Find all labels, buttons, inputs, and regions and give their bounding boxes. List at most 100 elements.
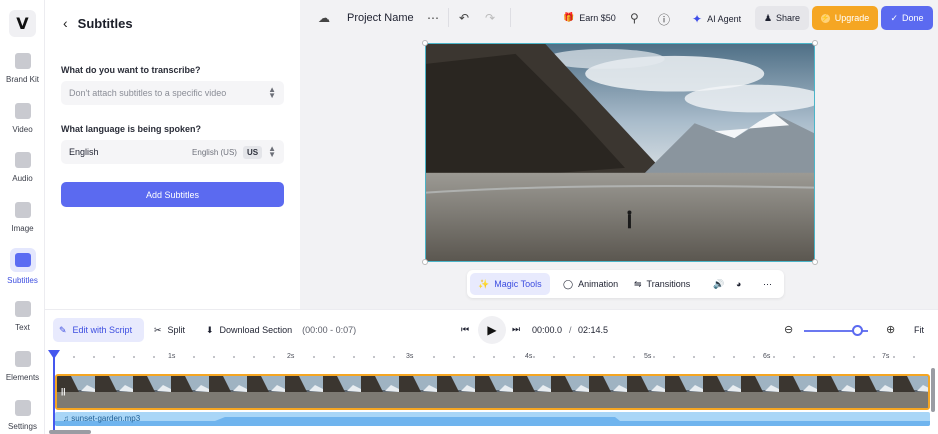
rail-item-settings[interactable]: Settings bbox=[0, 400, 45, 431]
tick-dot bbox=[733, 356, 735, 358]
ai-agent-button[interactable]: ✦ AI Agent bbox=[692, 12, 741, 26]
tick-dot bbox=[73, 356, 75, 358]
redo-icon[interactable]: ↷ bbox=[485, 11, 495, 25]
done-button[interactable]: ✓ Done bbox=[881, 6, 933, 30]
rewind-icon[interactable]: ⏮ bbox=[461, 324, 469, 335]
video-thumbnail bbox=[323, 376, 361, 408]
project-name[interactable]: Project Name bbox=[347, 12, 414, 24]
bolt-icon: ⚡ bbox=[820, 13, 830, 23]
undo-icon[interactable]: ↶ bbox=[459, 11, 469, 25]
playhead[interactable] bbox=[48, 350, 60, 434]
vertical-scrollbar[interactable] bbox=[931, 368, 935, 412]
video-thumbnail bbox=[285, 376, 323, 408]
back-chevron-icon[interactable]: ‹ bbox=[63, 15, 68, 31]
upgrade-button[interactable]: ⚡ Upgrade bbox=[812, 6, 878, 30]
rail-item-video[interactable]: Video bbox=[0, 103, 45, 134]
transcribe-select[interactable]: Don't attach subtitles to a specific vid… bbox=[61, 81, 284, 105]
magic-tools-button[interactable]: ✨ Magic Tools bbox=[470, 273, 550, 295]
video-track[interactable]: || bbox=[55, 374, 930, 410]
scissors-icon: ✂ bbox=[154, 324, 162, 335]
horizontal-scrollbar[interactable] bbox=[49, 430, 91, 434]
zoom-out-icon[interactable]: ⊖ bbox=[784, 323, 793, 336]
preview-stage: ☁ Project Name ⋯ ↶ ↷ 🎁 Earn $50 ⚲ ⓘ ✦ AI… bbox=[300, 0, 938, 309]
tick-label: 3s bbox=[406, 353, 414, 360]
rail-item-subtitles[interactable]: Subtitles bbox=[0, 248, 45, 285]
rail-item-audio[interactable]: Audio bbox=[0, 152, 45, 183]
play-button[interactable]: ▶ bbox=[478, 316, 506, 344]
language-select[interactable]: English English (US) US ▲ ▼ bbox=[61, 140, 284, 164]
transitions-icon: ⇋ bbox=[634, 278, 642, 289]
fit-button[interactable]: Fit bbox=[914, 325, 924, 335]
video-thumbnail bbox=[703, 376, 741, 408]
add-subtitles-button[interactable]: Add Subtitles bbox=[61, 182, 284, 207]
clip-toolbar: ✨ Magic Tools ◯ Animation ⇋ Transitions … bbox=[467, 270, 784, 298]
split-button[interactable]: ✂ Split bbox=[154, 318, 185, 342]
download-section-button[interactable]: ⬇ Download Section (00:00 - 0:07) bbox=[206, 318, 356, 342]
resize-handle[interactable] bbox=[812, 259, 818, 265]
add-person-icon: ♟ bbox=[763, 12, 773, 23]
tick-dot bbox=[233, 356, 235, 358]
more-options-icon[interactable]: ⋯ bbox=[427, 11, 439, 25]
more-button[interactable]: ⋯ bbox=[763, 270, 772, 298]
subtitles-panel: ‹ Subtitles What do you want to transcri… bbox=[45, 0, 300, 309]
rail-item-image[interactable]: Image bbox=[0, 202, 45, 233]
resize-handle[interactable] bbox=[422, 40, 428, 46]
rail-item-brand-kit[interactable]: Brand Kit bbox=[0, 53, 45, 84]
tick-dot bbox=[613, 356, 615, 358]
gift-icon: 🎁 bbox=[563, 12, 575, 22]
tick-dot bbox=[593, 356, 595, 358]
magic-wand-icon: ✨ bbox=[478, 278, 490, 289]
tick-dot bbox=[333, 356, 335, 358]
resize-handle[interactable] bbox=[812, 40, 818, 46]
video-thumbnail bbox=[399, 376, 437, 408]
tick-dot bbox=[813, 356, 815, 358]
cloud-sync-icon[interactable]: ☁ bbox=[318, 11, 330, 25]
speed-icon: ◕ bbox=[736, 279, 742, 289]
settings-icon bbox=[14, 400, 31, 416]
help-icon[interactable]: ⓘ bbox=[658, 11, 670, 28]
tick-dot bbox=[693, 356, 695, 358]
zoom-in-icon[interactable]: ⊕ bbox=[886, 323, 895, 336]
tick-dot bbox=[533, 356, 535, 358]
transitions-button[interactable]: ⇋ Transitions bbox=[634, 270, 690, 298]
search-icon[interactable]: ⚲ bbox=[630, 11, 639, 25]
share-button[interactable]: ♟ Share bbox=[755, 6, 809, 30]
video-thumbnail bbox=[171, 376, 209, 408]
tick-dot bbox=[573, 356, 575, 358]
language-code-badge: US bbox=[242, 145, 263, 159]
tick-dot bbox=[553, 356, 555, 358]
left-rail: V Brand Kit Video Audio Image Subtitles … bbox=[0, 0, 45, 434]
sparkle-icon: ✦ bbox=[692, 12, 703, 26]
edit-with-script-button[interactable]: ✎ Edit with Script bbox=[53, 318, 144, 342]
rail-item-elements[interactable]: Elements bbox=[0, 351, 45, 382]
rail-item-text[interactable]: Text bbox=[0, 301, 45, 332]
tick-dot bbox=[353, 356, 355, 358]
time-ruler[interactable]: 1s 2s 3s 4s 5s 6s 7s bbox=[53, 353, 933, 365]
video-thumbnails bbox=[57, 376, 928, 408]
app-logo[interactable]: V bbox=[9, 10, 36, 37]
tick-dot bbox=[793, 356, 795, 358]
tick-label: 4s bbox=[525, 353, 533, 360]
fast-forward-icon[interactable]: ⏭ bbox=[512, 324, 520, 335]
zoom-slider-thumb[interactable] bbox=[852, 325, 864, 336]
language-question: What language is being spoken? bbox=[61, 124, 202, 134]
video-thumbnail bbox=[665, 376, 703, 408]
video-thumbnail bbox=[247, 376, 285, 408]
tick-dot bbox=[913, 356, 915, 358]
tick-dot bbox=[453, 356, 455, 358]
resize-handle[interactable] bbox=[422, 259, 428, 265]
earn-button[interactable]: 🎁 Earn $50 bbox=[563, 12, 616, 23]
speed-button[interactable]: ◕ bbox=[736, 270, 741, 298]
tick-label: 1s bbox=[168, 353, 176, 360]
tick-dot bbox=[273, 356, 275, 358]
track-drag-handle[interactable]: || bbox=[61, 387, 65, 396]
animation-button[interactable]: ◯ Animation bbox=[563, 270, 618, 298]
volume-button[interactable]: 🔊 bbox=[713, 270, 724, 298]
tick-dot bbox=[193, 356, 195, 358]
updown-chevron-icon: ▲ ▼ bbox=[268, 144, 276, 159]
tick-dot bbox=[713, 356, 715, 358]
audio-track[interactable]: ♫ sunset-garden.mp3 bbox=[55, 412, 930, 426]
current-time: 00:00.0 bbox=[532, 325, 563, 335]
more-icon: ⋯ bbox=[763, 278, 772, 289]
video-preview[interactable] bbox=[425, 43, 815, 262]
